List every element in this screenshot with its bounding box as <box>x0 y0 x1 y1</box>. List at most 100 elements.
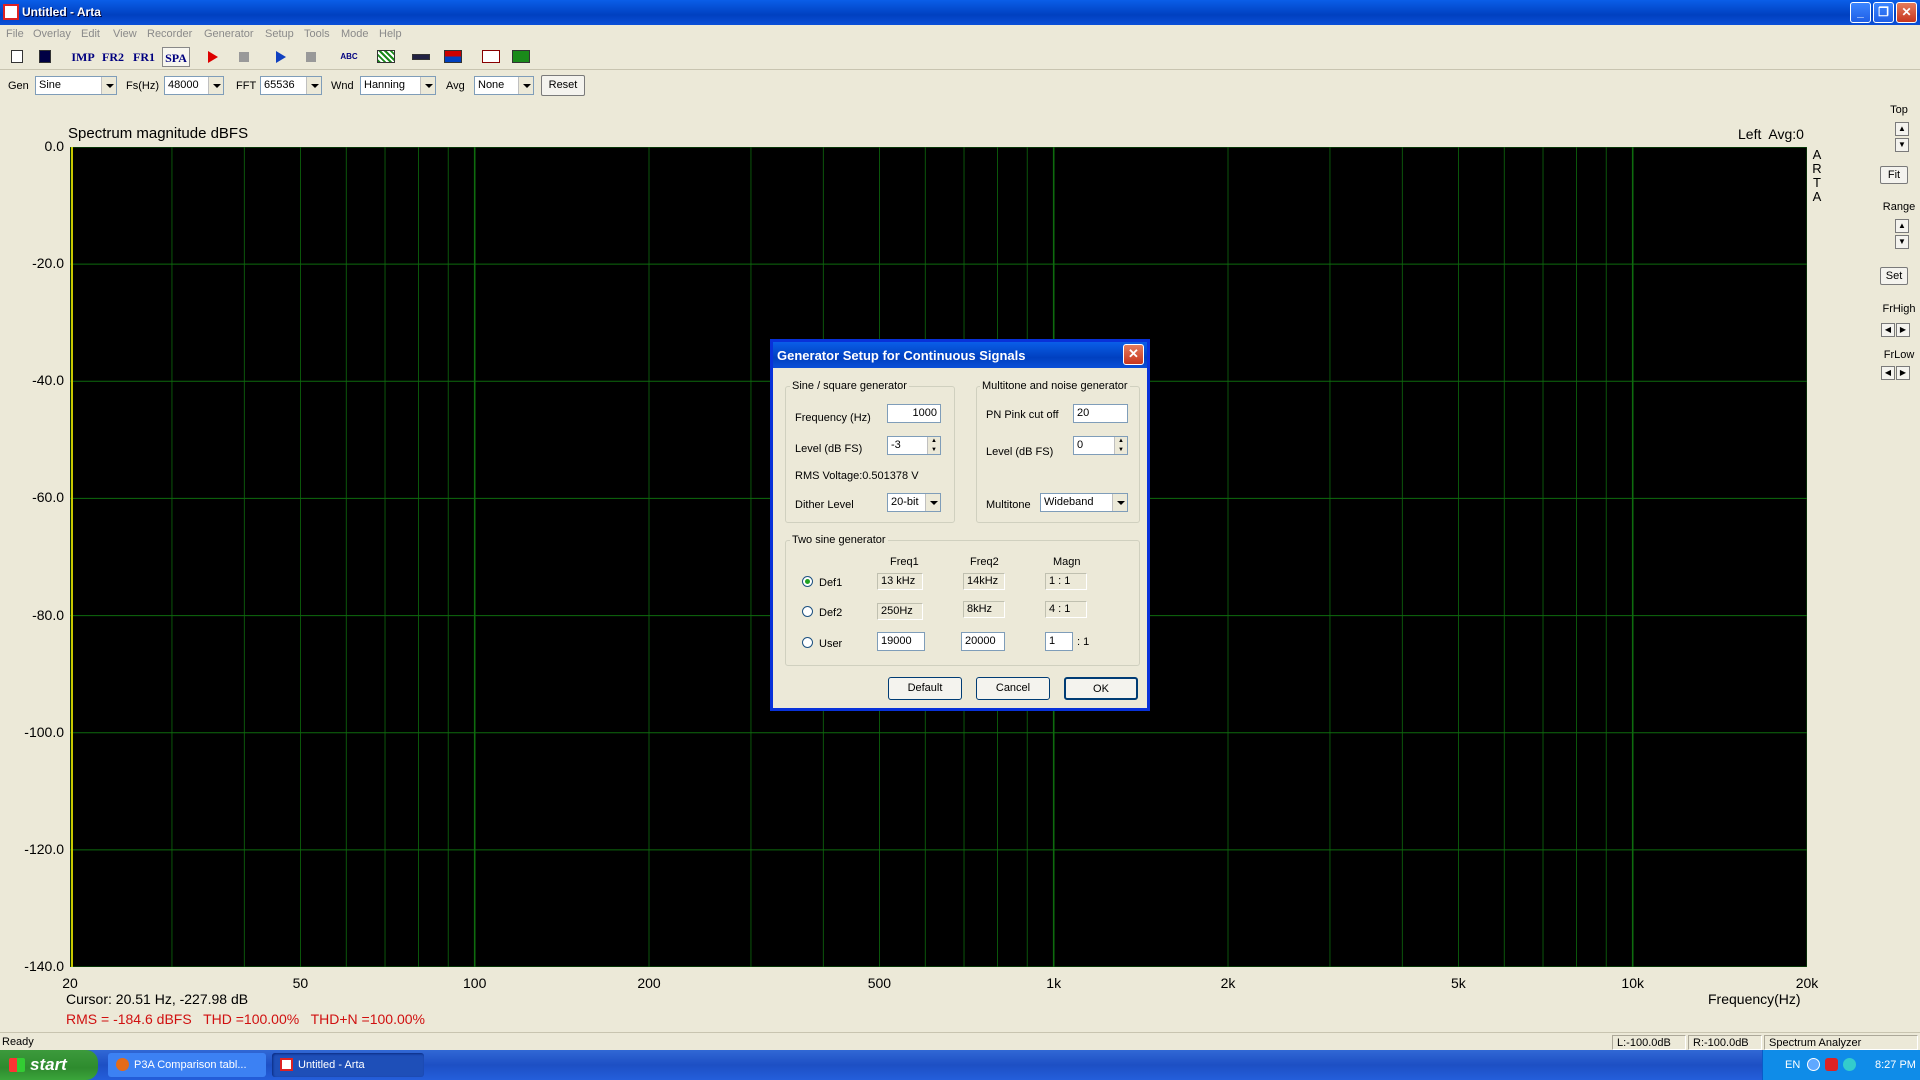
user-freq1-input[interactable]: 19000 <box>877 632 925 651</box>
menu-file[interactable]: File <box>6 28 24 40</box>
top-up-icon[interactable]: ▲ <box>1895 122 1909 136</box>
y-tick-label: 0.0 <box>44 138 64 154</box>
frhigh-left-icon[interactable]: ◀ <box>1881 323 1895 337</box>
generator-select[interactable]: Sine <box>35 76 117 95</box>
fr1-mode-button[interactable]: FR1 <box>131 47 157 67</box>
menu-recorder[interactable]: Recorder <box>147 28 192 40</box>
scope-icon[interactable] <box>480 47 502 67</box>
security-shield-icon[interactable] <box>1825 1058 1838 1071</box>
cancel-button[interactable]: Cancel <box>976 677 1050 700</box>
dialog-close-button[interactable]: ✕ <box>1123 344 1144 365</box>
window-title: Untitled - Arta <box>22 5 101 19</box>
menu-generator[interactable]: Generator <box>204 28 254 40</box>
taskbar-item-arta[interactable]: Untitled - Arta <box>272 1053 424 1077</box>
x-tick-label: 200 <box>637 975 661 991</box>
sine-group-label: Sine / square generator <box>790 380 909 392</box>
meter-icon[interactable] <box>510 47 532 67</box>
multitone-select[interactable]: Wideband <box>1040 493 1128 512</box>
ok-button[interactable]: OK <box>1064 677 1138 700</box>
menu-bar: File Overlay Edit View Recorder Generato… <box>0 25 1920 44</box>
sine-level-spinner-icon[interactable]: ▲ ▼ <box>927 437 940 454</box>
def2-label: Def2 <box>819 607 843 619</box>
frlow-right-icon[interactable]: ▶ <box>1896 366 1910 380</box>
new-file-icon[interactable] <box>6 47 28 67</box>
right-level: R:-100.0dB <box>1688 1035 1762 1050</box>
noise-level-spinner-icon[interactable]: ▲ ▼ <box>1114 437 1127 454</box>
menu-tools[interactable]: Tools <box>304 28 330 40</box>
open-file-icon[interactable] <box>34 47 56 67</box>
taskbar-item-browser[interactable]: P3A Comparison tabl... <box>108 1053 266 1077</box>
menu-overlay[interactable]: Overlay <box>33 28 71 40</box>
probe-icon[interactable] <box>410 47 432 67</box>
x-tick-label: 50 <box>292 975 309 991</box>
sine-level-input[interactable]: -3 ▲ ▼ <box>887 436 941 455</box>
multitone-label: Multitone <box>986 499 1031 511</box>
x-tick-label: 20 <box>62 975 78 991</box>
range-up-icon[interactable]: ▲ <box>1895 219 1909 233</box>
close-button[interactable]: ✕ <box>1896 2 1917 23</box>
user-radio[interactable] <box>802 637 813 648</box>
noise-level-input[interactable]: 0 ▲ ▼ <box>1073 436 1128 455</box>
menu-setup[interactable]: Setup <box>265 28 294 40</box>
def2-radio[interactable] <box>802 606 813 617</box>
arta-app-icon <box>3 4 19 20</box>
menu-help[interactable]: Help <box>379 28 402 40</box>
top-label: Top <box>1890 104 1908 116</box>
taskbar: start P3A Comparison tabl... Untitled - … <box>0 1050 1920 1080</box>
two-sine-group-label: Two sine generator <box>790 534 888 546</box>
impulse-mode-button[interactable]: IMP <box>70 47 96 67</box>
rms-thd-readout: RMS = -184.6 dBFS THD =100.00% THD+N =10… <box>66 1011 425 1027</box>
dither-label: Dither Level <box>795 499 854 511</box>
frequency-input[interactable]: 1000 <box>887 404 941 423</box>
nav-icon[interactable] <box>1807 1058 1820 1071</box>
user-magn-input[interactable]: 1 <box>1045 632 1073 651</box>
fft-select[interactable]: 65536 <box>260 76 322 95</box>
avg-label: Avg <box>446 80 465 92</box>
menu-edit[interactable]: Edit <box>81 28 100 40</box>
range-down-icon[interactable]: ▼ <box>1895 235 1909 249</box>
x-tick-label: 2k <box>1220 975 1236 991</box>
samplerate-select[interactable]: 48000 <box>164 76 224 95</box>
reset-button[interactable]: Reset <box>541 75 585 96</box>
x-tick-label: 20k <box>1795 975 1819 991</box>
def2-magn: 4 : 1 <box>1045 601 1087 618</box>
frhigh-right-icon[interactable]: ▶ <box>1896 323 1910 337</box>
abc-icon[interactable]: ABC <box>336 47 362 67</box>
arta-taskbar-icon <box>280 1058 293 1071</box>
fit-button[interactable]: Fit <box>1880 166 1908 184</box>
spectrum-mode-button[interactable]: SPA <box>162 47 190 67</box>
top-down-icon[interactable]: ▼ <box>1895 138 1909 152</box>
frlow-left-icon[interactable]: ◀ <box>1881 366 1895 380</box>
frhigh-label: FrHigh <box>1882 303 1916 315</box>
y-tick-label: -120.0 <box>24 840 64 857</box>
record-icon[interactable] <box>202 47 224 67</box>
left-level: L:-100.0dB <box>1612 1035 1686 1050</box>
minimize-button[interactable]: _ <box>1850 2 1871 23</box>
channel-icon[interactable] <box>442 47 464 67</box>
network-icon[interactable] <box>1843 1058 1856 1071</box>
restore-button[interactable]: ❐ <box>1873 2 1894 23</box>
window-select[interactable]: Hanning <box>360 76 436 95</box>
menu-mode[interactable]: Mode <box>341 28 369 40</box>
def1-radio[interactable] <box>802 576 813 587</box>
averaging-select[interactable]: None <box>474 76 534 95</box>
dither-select[interactable]: 20-bit <box>887 493 941 512</box>
status-ready: Ready <box>2 1036 34 1048</box>
pn-pink-input[interactable]: 20 <box>1073 404 1128 423</box>
play-icon[interactable] <box>270 47 292 67</box>
start-button[interactable]: start <box>0 1050 98 1080</box>
user-freq2-input[interactable]: 20000 <box>961 632 1005 651</box>
stop-record-icon[interactable] <box>233 47 255 67</box>
language-indicator[interactable]: EN <box>1785 1059 1800 1071</box>
set-button[interactable]: Set <box>1880 267 1908 285</box>
channel-avg-status: Left Avg:0 <box>1738 126 1804 142</box>
calibration-icon[interactable] <box>375 47 397 67</box>
menu-view[interactable]: View <box>113 28 137 40</box>
default-button[interactable]: Default <box>888 677 962 700</box>
stop-play-icon[interactable] <box>300 47 322 67</box>
def1-magn: 1 : 1 <box>1045 573 1087 590</box>
right-control-panel: Top ▲ ▼ Fit Range ▲ ▼ Set FrHigh ◀ ▶ FrL… <box>1878 100 1920 1040</box>
rms-voltage-text: RMS Voltage:0.501378 V <box>795 470 919 482</box>
fr2-mode-button[interactable]: FR2 <box>100 47 126 67</box>
generator-setup-dialog: Generator Setup for Continuous Signals ✕… <box>770 339 1150 711</box>
